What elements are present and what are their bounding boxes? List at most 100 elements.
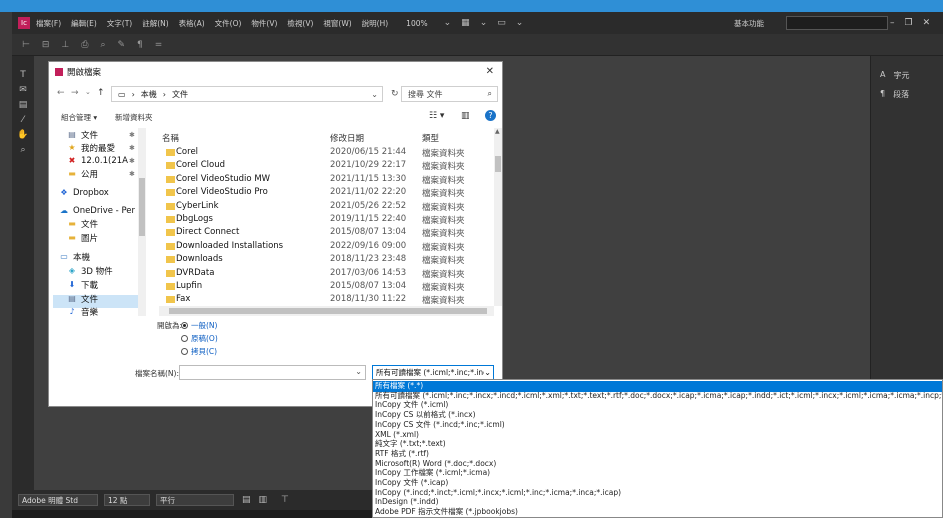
zoom-tool-icon[interactable]: ⌕ — [20, 145, 25, 155]
font-family-select[interactable]: Adobe 明體 Std — [18, 494, 98, 506]
restore-icon[interactable]: ❐ — [905, 18, 913, 28]
pilcrow-icon[interactable]: ¶ — [137, 40, 143, 50]
hand-tool-icon[interactable]: ✋ — [17, 130, 28, 140]
new-folder-button[interactable]: 新增資料夾 — [115, 112, 153, 123]
zoom-icon[interactable]: ⌕ — [100, 40, 105, 50]
nav-item[interactable]: ♪ 音樂 — [67, 305, 98, 316]
chevron-down-icon[interactable]: ⌄ — [444, 18, 452, 28]
file-row[interactable]: Downloads 2018/11/23 23:48 檔案資料夾 — [159, 253, 489, 266]
align-center-icon[interactable]: ▥ — [259, 495, 268, 505]
menu-item[interactable]: 註解(N) — [142, 18, 168, 29]
menu-item[interactable]: 視窗(W) — [323, 18, 351, 29]
nav-item[interactable]: ▤ 文件 — [67, 292, 98, 305]
filename-input[interactable]: ⌄ — [179, 365, 366, 380]
menu-item[interactable]: 文件(O) — [215, 18, 242, 29]
column-header-name[interactable]: 名稱 — [162, 132, 179, 144]
nav-scrollbar[interactable] — [138, 128, 146, 316]
pin-icon[interactable]: ✱ — [129, 157, 135, 165]
align-icon[interactable]: ⊢ — [22, 40, 30, 50]
spell-icon[interactable]: ✎ — [117, 40, 125, 50]
nav-item[interactable]: ❖ Dropbox — [59, 186, 108, 199]
column-header-date[interactable]: 修改日期 — [330, 132, 364, 144]
file-row[interactable]: DVRData 2017/03/06 14:53 檔案資料夾 — [159, 267, 489, 280]
view-options-icon[interactable]: ▦ — [461, 18, 470, 28]
align-center-icon[interactable]: ⊟ — [42, 40, 50, 50]
close-icon[interactable]: ✕ — [486, 66, 494, 77]
align-left-icon[interactable]: ▤ — [242, 495, 251, 505]
up-arrow-icon[interactable]: ↑ — [97, 88, 105, 98]
equals-icon[interactable]: = — [155, 40, 163, 50]
search-input[interactable]: 搜尋 文件 ⌕ — [401, 86, 498, 102]
address-bar[interactable]: ▭ › 本機 › 文件 ⌄ — [111, 86, 383, 102]
file-row[interactable]: Corel VideoStudio MW 2021/11/15 13:30 檔案資料… — [159, 173, 489, 186]
file-row[interactable]: Corel VideoStudio Pro 2021/11/02 22:20 檔案資… — [159, 186, 489, 199]
close-icon[interactable]: ✕ — [923, 18, 931, 28]
minimize-icon[interactable]: – — [890, 18, 895, 28]
nav-item[interactable]: ⬇ 下載 — [67, 278, 98, 291]
nav-item[interactable]: ▬ 圖片 — [67, 231, 98, 244]
baseline-icon[interactable]: ⊥ — [61, 40, 69, 50]
note-tool-icon[interactable]: ✉ — [19, 85, 27, 95]
nav-item[interactable]: ☁ OneDrive - Per — [59, 204, 135, 217]
workspace-switcher[interactable]: 基本功能 — [734, 18, 764, 29]
type-tool-icon[interactable]: T — [20, 70, 26, 80]
scroll-up-icon[interactable]: ▲ — [495, 128, 500, 135]
nav-item[interactable]: ▭ 本機 — [59, 250, 90, 263]
horizontal-scroll-thumb[interactable] — [169, 308, 487, 314]
nav-item[interactable]: ✖ 12.0.1(21A ✱ — [67, 154, 135, 167]
chevron-down-icon[interactable]: ⌄ — [480, 18, 488, 28]
page-tool-icon[interactable]: ▤ — [19, 100, 28, 110]
help-search-input[interactable] — [786, 16, 888, 30]
chevron-down-icon[interactable]: ⌄ — [355, 367, 362, 376]
chevron-down-icon[interactable]: ⌄ — [516, 18, 524, 28]
filetype-select[interactable]: 所有可讀檔案 (*.icml;*.inc;*.inc ⌄ — [372, 365, 494, 380]
eyedropper-icon[interactable]: ⁄ — [22, 115, 24, 125]
nav-item[interactable]: ◈ 3D 物件 — [67, 264, 113, 277]
filetype-option[interactable]: Adobe PDF 指示文件檔案 (*.jpbookjobs) — [373, 507, 942, 517]
view-menu-icon[interactable]: ☷ ▾ — [429, 111, 444, 121]
pin-icon[interactable]: ✱ — [129, 144, 135, 152]
file-row[interactable]: DbgLogs 2019/11/15 22:40 檔案資料夾 — [159, 213, 489, 226]
zoom-level[interactable]: 100% — [406, 19, 427, 28]
chevron-down-icon[interactable]: ⌄ — [484, 366, 491, 379]
menu-item[interactable]: 檢視(V) — [287, 18, 313, 29]
radio-open-copy[interactable]: 拷貝(C) — [181, 346, 217, 357]
menu-item[interactable]: 檔案(F) — [36, 18, 61, 29]
print-icon[interactable]: ⎙ — [81, 40, 88, 50]
file-row[interactable]: Fax 2018/11/30 11:22 檔案資料夾 — [159, 293, 489, 306]
pin-icon[interactable]: ✱ — [129, 131, 135, 139]
screen-mode-icon[interactable]: ▭ — [497, 18, 506, 28]
pin-icon[interactable]: ✱ — [129, 170, 135, 178]
nav-item[interactable]: ▬ 文件 — [67, 217, 98, 230]
menu-item[interactable]: 表格(A) — [179, 18, 205, 29]
help-icon[interactable]: ? — [485, 110, 496, 121]
file-row[interactable]: CyberLink 2021/05/26 22:52 檔案資料夾 — [159, 200, 489, 213]
radio-open-original[interactable]: 原稿(O) — [181, 333, 218, 344]
panel-character[interactable]: A 字元 — [871, 70, 943, 81]
file-scroll-thumb[interactable] — [495, 156, 501, 172]
breadcrumb-documents[interactable]: 文件 — [172, 89, 188, 100]
font-size-select[interactable]: 12 點 — [104, 494, 150, 506]
refresh-icon[interactable]: ↻ — [391, 89, 399, 99]
forward-arrow-icon[interactable]: → — [71, 88, 79, 98]
panel-paragraph[interactable]: ¶ 段落 — [871, 89, 943, 100]
radio-open-normal[interactable]: 一般(N) — [181, 320, 217, 331]
horizontal-scrollbar[interactable] — [159, 306, 494, 316]
breadcrumb-pc[interactable]: 本機 — [141, 89, 157, 100]
menu-item[interactable]: 編輯(E) — [71, 18, 97, 29]
menu-item[interactable]: 說明(H) — [362, 18, 389, 29]
file-row[interactable]: Corel Cloud 2021/10/29 22:17 檔案資料夾 — [159, 159, 489, 172]
preview-pane-icon[interactable]: ▥ — [461, 111, 470, 121]
chevron-down-icon[interactable]: ⌄ — [371, 90, 378, 99]
nav-item[interactable]: ▤ 文件 ✱ — [67, 128, 135, 141]
nav-scroll-thumb[interactable] — [139, 178, 145, 236]
file-row[interactable]: Corel 2020/06/15 21:44 檔案資料夾 — [159, 146, 489, 159]
menu-item[interactable]: 物件(V) — [251, 18, 277, 29]
column-header-type[interactable]: 類型 — [422, 132, 439, 144]
track-changes-icon[interactable]: ⊤ — [281, 495, 289, 505]
file-row[interactable]: Downloaded Installations 2022/09/16 09:00… — [159, 240, 489, 253]
file-row[interactable]: Lupfin 2015/08/07 13:04 檔案資料夾 — [159, 280, 489, 293]
menu-item[interactable]: 文字(T) — [107, 18, 132, 29]
font-style-select[interactable]: 平行 — [156, 494, 234, 506]
nav-item[interactable]: ★ 我的最愛 ✱ — [67, 141, 134, 154]
